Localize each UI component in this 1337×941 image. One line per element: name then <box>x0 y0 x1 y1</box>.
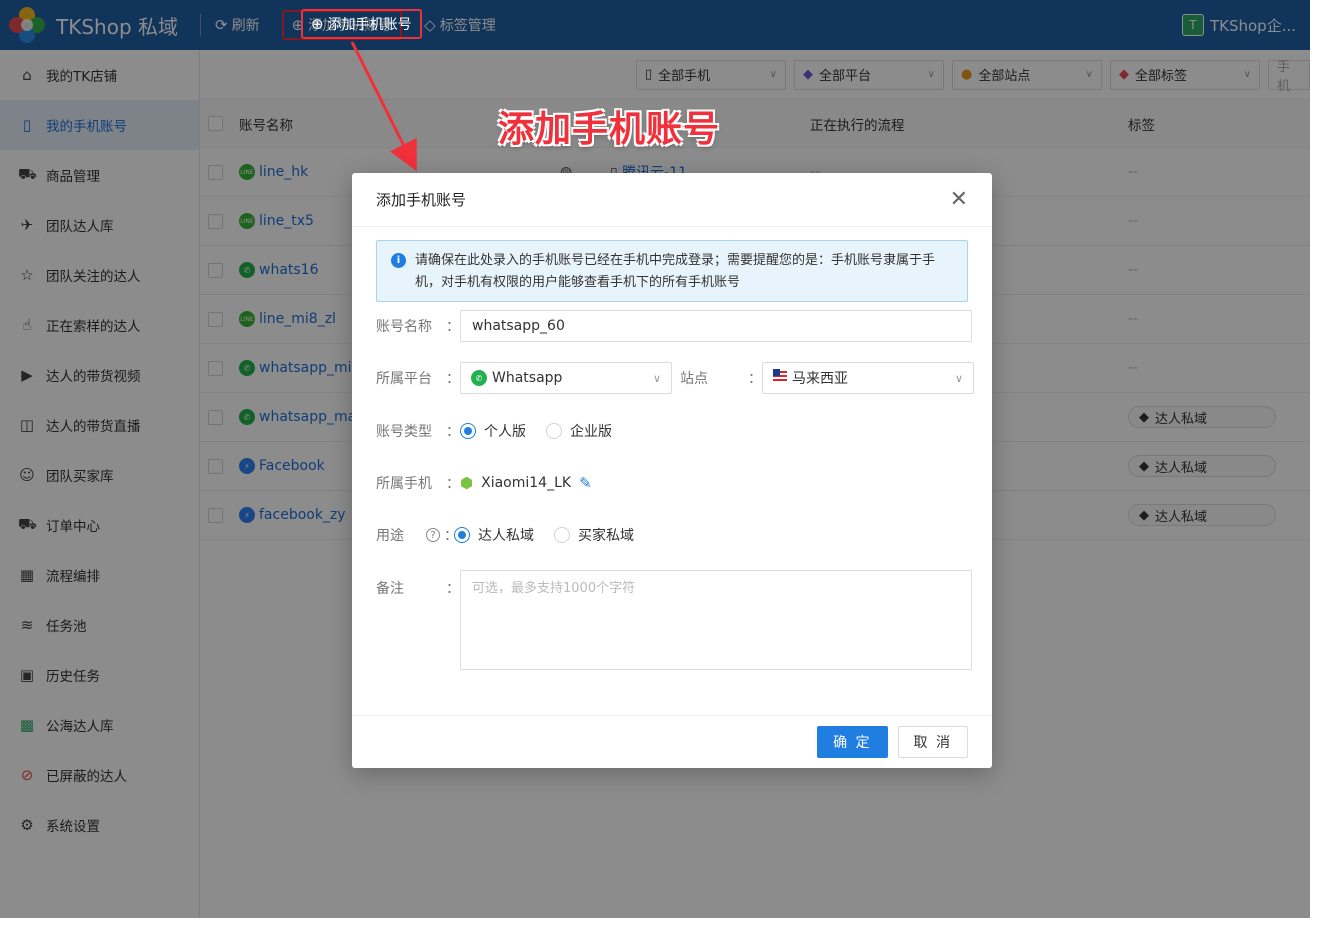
label-platform: 所属平台 <box>376 371 432 387</box>
flag-malaysia-icon <box>773 369 787 387</box>
label-account-name: 账号名称 <box>376 319 432 335</box>
field-note: 备注 ： 可选，最多支持1000个字符 <box>376 570 972 670</box>
page-margin-bottom <box>0 918 1337 941</box>
radio-business[interactable]: 企业版 <box>546 421 612 441</box>
label-usage: 用途 <box>376 528 404 544</box>
note-textarea[interactable]: 可选，最多支持1000个字符 <box>460 570 972 670</box>
page-margin-right <box>1310 0 1337 941</box>
help-icon[interactable]: ? <box>426 528 440 542</box>
field-platform: 所属平台 ： ✆ Whatsapp ∨ 站点 ： 马来西亚 ∨ <box>376 362 974 394</box>
radio-buyer-private[interactable]: 买家私域 <box>554 525 634 545</box>
radio-label: 企业版 <box>570 424 612 440</box>
android-icon: ⬢ <box>460 474 474 492</box>
radio-label: 个人版 <box>484 424 526 440</box>
site-value: 马来西亚 <box>792 371 848 387</box>
phone-value: Xiaomi14_LK <box>481 475 572 491</box>
edit-icon[interactable]: ✎ <box>579 474 592 492</box>
site-select[interactable]: 马来西亚 ∨ <box>762 362 974 394</box>
radio-dot <box>454 527 470 543</box>
close-icon[interactable]: ✕ <box>950 188 968 211</box>
label-colon: ： <box>446 319 460 335</box>
app-window: TKShop 私域 ⟳ 刷新 ⊕ 添加手机账号 ◇ 标签管理 T TKShop企… <box>0 0 1310 918</box>
label-site: 站点 <box>680 371 708 387</box>
add-phone-account-highlight[interactable]: ⊕ 添加手机账号 <box>301 9 422 39</box>
alert-text: 请确保在此处录入的手机账号已经在手机中完成登录；需要提醒您的是：手机账号隶属于手… <box>415 253 936 290</box>
radio-dot <box>546 423 562 439</box>
whatsapp-icon: ✆ <box>471 370 487 386</box>
dialog-footer: 确 定 取 消 <box>352 715 992 768</box>
field-account-name: 账号名称 ： whatsapp_60 <box>376 310 972 342</box>
label-note: 备注 <box>376 581 404 597</box>
info-icon: i <box>391 253 406 268</box>
label-phone: 所属手机 <box>376 476 432 492</box>
platform-select[interactable]: ✆ Whatsapp ∨ <box>460 362 672 394</box>
field-phone: 所属手机 ： ⬢ Xiaomi14_LK ✎ <box>376 473 592 493</box>
label-colon: ： <box>446 476 460 492</box>
cancel-button[interactable]: 取 消 <box>897 726 968 758</box>
field-usage: 用途 ? ： 达人私域 买家私域 <box>376 525 654 545</box>
radio-label: 达人私域 <box>478 528 534 544</box>
radio-label: 买家私域 <box>578 528 634 544</box>
radio-dot <box>554 527 570 543</box>
label-colon: ： <box>446 581 460 597</box>
chevron-down-icon: ∨ <box>652 371 661 385</box>
radio-dot <box>460 423 476 439</box>
confirm-button[interactable]: 确 定 <box>817 726 888 758</box>
field-account-type: 账号类型 ： 个人版 企业版 <box>376 421 632 441</box>
label-account-type: 账号类型 <box>376 424 432 440</box>
radio-personal[interactable]: 个人版 <box>460 421 526 441</box>
label-colon: ： <box>444 528 458 544</box>
dialog-title: 添加手机账号 <box>376 191 467 209</box>
note-placeholder: 可选，最多支持1000个字符 <box>472 581 636 596</box>
chevron-down-icon: ∨ <box>954 371 963 385</box>
account-name-input[interactable]: whatsapp_60 <box>460 310 972 342</box>
callout-label: 添加手机账号 <box>498 109 721 150</box>
label-colon: ： <box>748 371 762 387</box>
label-colon: ： <box>446 371 460 387</box>
label-colon: ： <box>446 424 460 440</box>
account-name-value: whatsapp_60 <box>472 318 565 334</box>
add-phone-account-label: 添加手机账号 <box>327 17 412 33</box>
dialog-header: 添加手机账号 ✕ <box>352 173 992 227</box>
add-phone-account-dialog: 添加手机账号 ✕ i 请确保在此处录入的手机账号已经在手机中完成登录；需要提醒您… <box>352 173 992 768</box>
plus-circle-icon: ⊕ <box>311 15 324 33</box>
radio-creator-private[interactable]: 达人私域 <box>454 525 534 545</box>
info-alert: i 请确保在此处录入的手机账号已经在手机中完成登录；需要提醒您的是：手机账号隶属… <box>376 240 968 302</box>
platform-value: Whatsapp <box>492 370 563 386</box>
